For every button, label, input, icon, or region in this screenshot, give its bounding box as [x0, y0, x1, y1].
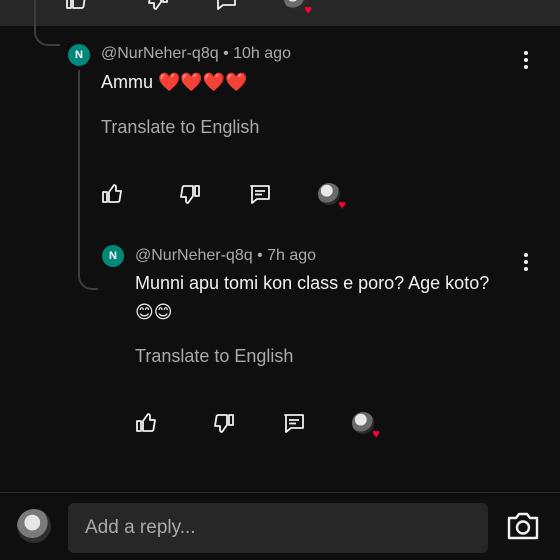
thumb-up-icon	[102, 184, 122, 203]
comment-text: Ammu ❤️❤️❤️❤️	[101, 72, 248, 92]
comment-meta: @NurNeher-q8q • 10h ago	[101, 45, 291, 63]
creator-heart-icon: ♥	[318, 183, 346, 211]
meta-separator: •	[218, 45, 234, 62]
comment-author[interactable]: @NurNeher-q8q	[101, 45, 219, 62]
reply-comment-icon	[284, 414, 304, 433]
reply-button[interactable]	[280, 409, 308, 437]
avatar[interactable]	[17, 509, 51, 543]
comment-text-emoji: 😊😊	[135, 302, 173, 322]
avatar[interactable]: N	[102, 245, 124, 267]
previous-action-bar: ♥	[0, 0, 560, 26]
comment-reply: N @NurNeher-q8q • 10h ago Ammu ❤️❤️❤️❤️ …	[0, 40, 560, 240]
translate-button[interactable]: Translate to English	[135, 346, 293, 367]
creator-heart-icon: ♥	[284, 0, 312, 16]
comment-reply: N @NurNeher-q8q • 7h ago Munni apu tomi …	[0, 242, 560, 472]
translate-button[interactable]: Translate to English	[101, 117, 259, 138]
reply-input[interactable]	[68, 503, 488, 553]
comment-time: 7h ago	[267, 247, 317, 264]
avatar[interactable]: N	[68, 44, 90, 66]
thumb-up-icon[interactable]	[64, 0, 88, 12]
more-vert-icon[interactable]	[516, 48, 536, 72]
reply-button[interactable]	[246, 180, 274, 208]
more-vert-icon[interactable]	[516, 250, 536, 274]
like-button[interactable]	[98, 180, 126, 208]
thumb-down-icon	[214, 414, 234, 433]
meta-separator: •	[252, 247, 268, 264]
thumb-down-icon	[180, 185, 200, 204]
like-button[interactable]	[132, 409, 160, 437]
reply-bar	[0, 492, 560, 560]
comment-text: Munni apu tomi kon class e poro? Age kot…	[135, 269, 489, 327]
camera-icon[interactable]	[506, 511, 540, 541]
thumb-down-icon[interactable]	[146, 0, 170, 12]
comment-text-line: Munni apu tomi kon class e poro? Age kot…	[135, 273, 490, 293]
reply-comment-icon	[250, 185, 270, 204]
comment-meta: @NurNeher-q8q • 7h ago	[135, 247, 316, 265]
comment-author[interactable]: @NurNeher-q8q	[135, 247, 253, 264]
dislike-button[interactable]	[210, 409, 238, 437]
comment-time: 10h ago	[233, 45, 291, 62]
reply-comment-icon[interactable]	[214, 0, 238, 12]
dislike-button[interactable]	[176, 180, 204, 208]
thumb-up-icon	[136, 413, 156, 432]
creator-heart-icon: ♥	[352, 412, 380, 440]
